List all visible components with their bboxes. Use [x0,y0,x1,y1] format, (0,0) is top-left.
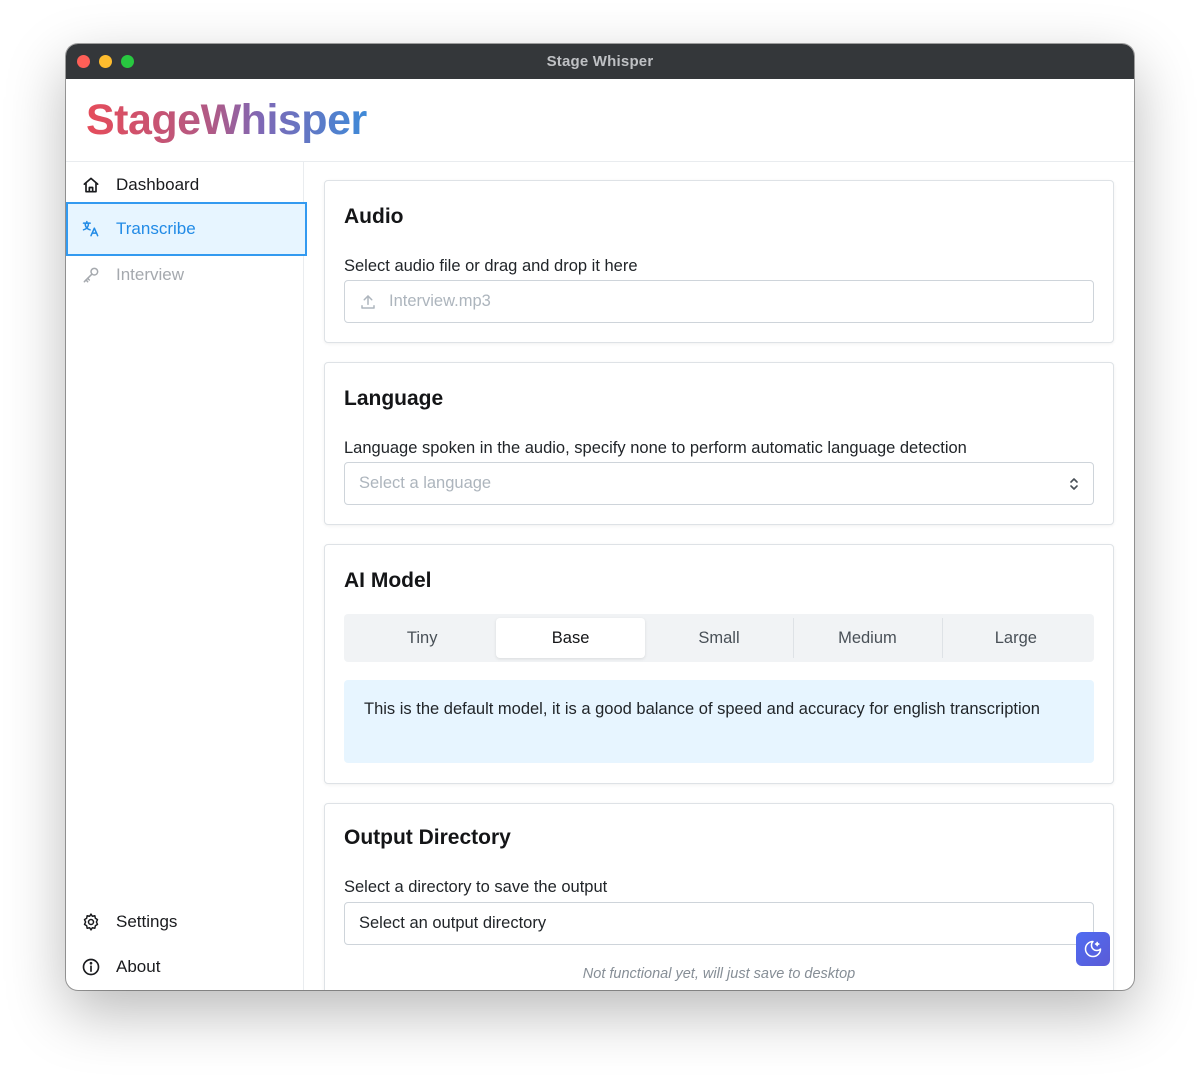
gear-icon [80,911,102,933]
output-title: Output Directory [344,826,511,849]
output-directory-value: Select an output directory [359,914,547,932]
model-title: AI Model [344,569,432,592]
language-placeholder: Select a language [359,474,492,492]
info-icon [80,956,102,978]
audio-label: Select audio file or drag and drop it he… [344,257,638,275]
audio-card: Audio Select audio file or drag and drop… [324,180,1114,343]
app-logo: StageWhisper [86,95,367,144]
audio-file-placeholder: Interview.mp3 [389,292,491,310]
app-header: StageWhisper [66,79,1134,162]
model-option-base[interactable]: Base [496,618,645,658]
key-icon [80,264,102,286]
language-card: Language Language spoken in the audio, s… [324,362,1114,525]
upload-icon [359,293,377,311]
sidebar-item-label: Settings [116,911,178,931]
window-controls [77,55,134,68]
sidebar-item-label: Interview [116,264,185,284]
output-label: Select a directory to save the output [344,878,608,896]
sidebar: Dashboard Transcribe Interview Settings … [66,162,307,990]
sidebar-item-label: About [116,956,161,976]
home-icon [80,174,102,196]
language-label: Language spoken in the audio, specify no… [344,439,967,457]
audio-title: Audio [344,205,404,228]
output-directory-input[interactable]: Select an output directory [344,902,1094,945]
minimize-window-button[interactable] [99,55,112,68]
maximize-window-button[interactable] [121,55,134,68]
translate-icon [80,218,102,240]
model-option-medium[interactable]: Medium [793,618,941,658]
close-window-button[interactable] [77,55,90,68]
app-window: Stage Whisper StageWhisper Dashboard Tra… [66,44,1134,990]
sidebar-item-settings[interactable]: Settings [66,899,307,944]
audio-file-input[interactable]: Interview.mp3 [344,280,1094,323]
sidebar-item-dashboard[interactable]: Dashboard [66,162,307,207]
main-content: Audio Select audio file or drag and drop… [305,162,1134,990]
sidebar-item-transcribe[interactable]: Transcribe [66,202,307,256]
output-note: Not functional yet, will just save to de… [582,966,856,982]
output-card: Output Directory Select a directory to s… [324,803,1114,990]
theme-toggle-button[interactable] [1076,932,1110,966]
sidebar-item-label: Dashboard [116,174,200,194]
sidebar-item-label: Transcribe [116,219,196,238]
model-description: This is the default model, it is a good … [344,680,1094,763]
sidebar-item-interview[interactable]: Interview [66,252,307,297]
model-option-large[interactable]: Large [941,618,1090,658]
chevron-up-down-icon [1067,475,1081,493]
language-select[interactable]: Select a language [344,462,1094,505]
model-segmented-control: Tiny Base Small Medium Large [344,614,1094,662]
model-card: AI Model Tiny Base Small Medium Large Th… [324,544,1114,784]
language-title: Language [344,387,444,410]
sidebar-item-about[interactable]: About [66,944,307,989]
moon-stars-icon [1084,940,1102,958]
model-option-small[interactable]: Small [645,618,793,658]
model-option-tiny[interactable]: Tiny [348,618,496,658]
titlebar: Stage Whisper [66,44,1134,79]
window-title: Stage Whisper [546,53,654,70]
